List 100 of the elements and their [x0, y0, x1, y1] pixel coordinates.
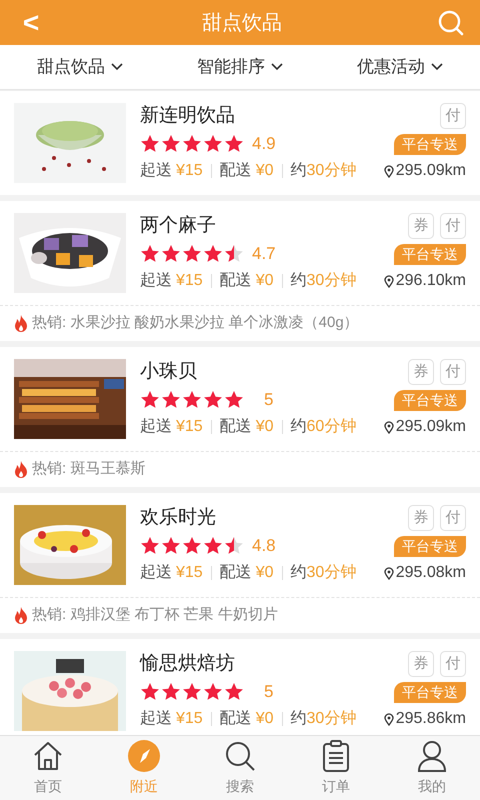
chevron-down-icon [271, 63, 283, 71]
hot-sales-text: 热销: 斑马王慕斯 [32, 459, 146, 480]
rating: 4.7 [252, 243, 276, 266]
payment-badge: 券 [408, 505, 434, 531]
min-order-label: 起送 [140, 563, 172, 583]
shop-name[interactable]: 小珠贝 [140, 359, 370, 385]
delivery-tag: 平台专送 [394, 134, 466, 154]
delivery-fee-label: 配送 [220, 709, 252, 729]
delivery-time: 60分钟 [306, 417, 356, 437]
star-icon [140, 536, 160, 556]
delivery-time: 30分钟 [306, 709, 356, 729]
payment-badge: 付 [440, 651, 466, 677]
delivery-fee-value: ¥0 [256, 271, 274, 291]
delivery-time-label: 约 [290, 709, 306, 729]
shop-name[interactable]: 新连明饮品 [140, 103, 370, 129]
min-order-value: ¥15 [176, 417, 203, 437]
delivery-fee-value: ¥0 [256, 417, 274, 437]
payment-badge: 券 [408, 651, 434, 677]
chevron-down-icon [111, 63, 123, 71]
rating: 5 [264, 681, 274, 704]
star-icon [140, 682, 160, 702]
flame-icon [14, 461, 28, 478]
star-icon [203, 390, 223, 410]
page-title: 甜点饮品 [202, 10, 282, 36]
location-pin-icon [384, 164, 394, 178]
hot-sales-text: 热销: 鸡排汉堡 布丁杯 芒果 牛奶切片 [32, 605, 278, 626]
rating: 5 [264, 389, 274, 412]
star-icon [203, 244, 223, 264]
compass-icon [128, 740, 160, 772]
location-pin-icon [384, 274, 394, 288]
payment-badge: 券 [408, 213, 434, 239]
delivery-tag: 平台专送 [394, 390, 466, 410]
payment-badge: 券 [408, 359, 434, 385]
chevron-down-icon [431, 63, 443, 71]
delivery-time-label: 约 [290, 271, 306, 291]
filter-dropdown[interactable]: 智能排序 [197, 54, 283, 80]
delivery-time-label: 约 [290, 417, 306, 437]
star-icon [224, 536, 244, 556]
distance: 295.86km [396, 709, 466, 729]
distance: 296.10km [396, 271, 466, 291]
delivery-fee-value: ¥0 [256, 161, 274, 181]
star-icon [140, 134, 160, 154]
star-icon [161, 536, 181, 556]
delivery-fee-label: 配送 [220, 161, 252, 181]
star-icon [161, 134, 181, 154]
payment-badge: 付 [440, 359, 466, 385]
star-icon [161, 682, 181, 702]
min-order-label: 起送 [140, 709, 172, 729]
star-icon [161, 390, 181, 410]
delivery-time-label: 约 [290, 563, 306, 583]
user-icon [417, 740, 447, 772]
star-icon [182, 134, 202, 154]
delivery-fee-value: ¥0 [256, 709, 274, 729]
flame-icon [14, 315, 28, 332]
search-icon [224, 740, 256, 772]
delivery-time-label: 约 [290, 161, 306, 181]
star-icon [140, 390, 160, 410]
distance: 295.08km [396, 563, 466, 583]
min-order-value: ¥15 [176, 271, 203, 291]
star-icon [224, 244, 244, 264]
delivery-fee-label: 配送 [220, 563, 252, 583]
location-pin-icon [384, 420, 394, 434]
star-icon [140, 244, 160, 264]
star-icon [224, 390, 244, 410]
hot-sales-text: 热销: 水果沙拉 酸奶水果沙拉 单个冰激凌（40g） [32, 313, 359, 334]
distance: 295.09km [396, 161, 466, 181]
delivery-time: 30分钟 [306, 563, 356, 583]
min-order-value: ¥15 [176, 563, 203, 583]
shop-name[interactable]: 欢乐时光 [140, 505, 370, 531]
star-icon [224, 134, 244, 154]
min-order-value: ¥15 [176, 709, 203, 729]
clipboard-icon [322, 740, 350, 772]
star-icon [182, 536, 202, 556]
min-order-label: 起送 [140, 271, 172, 291]
payment-badge: 付 [440, 213, 466, 239]
shop-name[interactable]: 愉思烘焙坊 [140, 651, 370, 677]
delivery-tag: 平台专送 [394, 536, 466, 556]
payment-badge: 付 [440, 103, 466, 129]
rating: 4.9 [252, 133, 276, 156]
rating: 4.8 [252, 535, 276, 558]
payment-badge: 付 [440, 505, 466, 531]
star-icon [161, 244, 181, 264]
location-pin-icon [384, 712, 394, 726]
distance: 295.09km [396, 417, 466, 437]
star-icon [182, 682, 202, 702]
star-icon [203, 134, 223, 154]
min-order-label: 起送 [140, 161, 172, 181]
filter-dropdown[interactable]: 甜点饮品 [37, 54, 123, 80]
search-icon[interactable] [438, 10, 464, 36]
filter-dropdown[interactable]: 优惠活动 [357, 54, 443, 80]
location-pin-icon [384, 566, 394, 580]
shop-name[interactable]: 两个麻子 [140, 213, 370, 239]
star-icon [203, 682, 223, 702]
star-icon [203, 536, 223, 556]
min-order-label: 起送 [140, 417, 172, 437]
star-icon [224, 682, 244, 702]
star-icon [182, 390, 202, 410]
delivery-fee-label: 配送 [220, 271, 252, 291]
delivery-tag: 平台专送 [394, 244, 466, 264]
delivery-tag: 平台专送 [394, 682, 466, 702]
